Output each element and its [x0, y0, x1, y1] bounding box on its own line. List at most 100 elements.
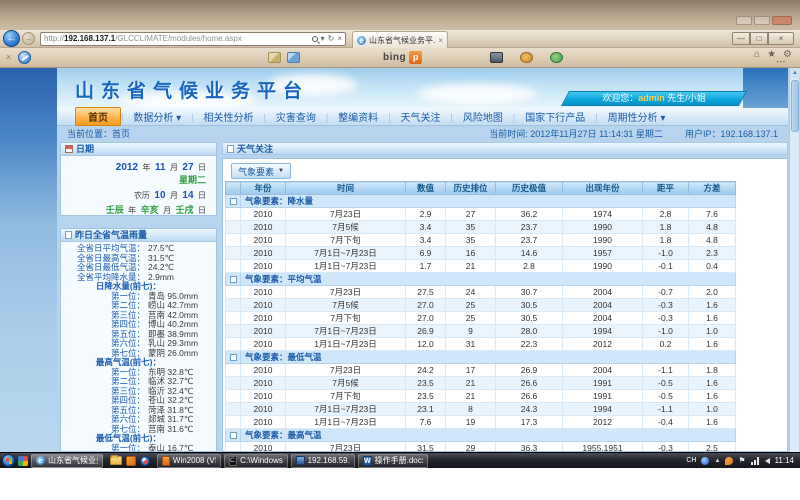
tab-close-icon[interactable]: ×	[438, 36, 443, 45]
cell: 1月1日~7月23日	[286, 416, 406, 429]
focus-panel-body: 气象要素 ▼ 年份时间数值历史排位历史极值出现年份距平方差气象要素：降水量201…	[222, 158, 788, 452]
close-pane-icon[interactable]: ×	[6, 52, 11, 62]
element-filter-button[interactable]: 气象要素 ▼	[231, 163, 291, 179]
player-icon[interactable]	[140, 456, 150, 466]
address-bar[interactable]: http://192.168.137.1/GLCCLIMATE/modules/…	[40, 32, 346, 46]
forward-button[interactable]: →	[22, 32, 35, 45]
favorites-star-icon[interactable]: ★	[767, 49, 776, 60]
focus-table: 年份时间数值历史排位历史极值出现年份距平方差气象要素：降水量20107月23日2…	[225, 181, 736, 452]
rank-value: 乳山 29.3mm	[148, 338, 198, 348]
section-checkbox-cell	[226, 195, 241, 208]
scrollbar-thumb[interactable]	[791, 80, 799, 132]
autocomplete-dropdown-icon[interactable]: ▾	[321, 33, 325, 45]
scroll-up-icon[interactable]: ▲	[790, 68, 800, 78]
volume-icon[interactable]	[765, 458, 770, 464]
row-checkbox-cell	[226, 247, 241, 260]
cell: -1.0	[643, 325, 689, 338]
section-checkbox[interactable]	[230, 354, 237, 361]
taskbar-vm-button[interactable]: Win2008 (VS2...	[157, 454, 221, 468]
globe-icon[interactable]	[550, 52, 563, 63]
pinwheel-icon[interactable]	[18, 456, 28, 466]
cell: 25	[446, 299, 496, 312]
row-checkbox-cell	[226, 299, 241, 312]
diagnose-connection-icon[interactable]	[18, 51, 31, 64]
action-center-flag-icon[interactable]: ⚑	[738, 457, 745, 465]
browser-tab[interactable]: e 山东省气候业务平... ×	[352, 31, 448, 48]
background-window-strip	[0, 0, 800, 30]
taskbar-word-button[interactable]: W 操作手册.docx ...	[358, 454, 428, 468]
taskbar-cmd-button[interactable]: C: C:\Windows\s...	[224, 454, 288, 468]
bing-search-widget[interactable]: bing p	[383, 51, 422, 64]
cell: 24	[446, 286, 496, 299]
column-header-4: 历史极值	[496, 182, 563, 195]
nav-item-0[interactable]: 首页	[75, 107, 121, 126]
nav-item-4[interactable]: 整编资料	[328, 108, 388, 125]
start-button[interactable]	[2, 454, 15, 467]
back-button[interactable]: ←	[3, 30, 20, 47]
cell: 2010	[241, 260, 286, 273]
refresh-icon[interactable]: ↻	[328, 33, 335, 45]
cell: 23.5	[406, 390, 446, 403]
search-icon[interactable]	[312, 36, 318, 42]
media-app-icon[interactable]	[126, 456, 136, 466]
cell: 2010	[241, 286, 286, 299]
rank-value: 莒南 31.6℃	[148, 424, 193, 434]
rank-value: 泰山 16.7℃	[148, 443, 193, 453]
language-indicator[interactable]: CH	[686, 457, 696, 464]
current-time-label: 当前时间: 2012年11月27日 11:14:31 星期二	[489, 127, 663, 140]
column-header-5: 出现年份	[563, 182, 643, 195]
settings-gear-icon[interactable]: ⚙	[783, 49, 792, 60]
taskbar-rdp-button[interactable]: 192.168.59.99...	[291, 454, 355, 468]
cell: -1.1	[643, 403, 689, 416]
network-icon[interactable]	[751, 457, 760, 465]
section-checkbox[interactable]	[230, 276, 237, 283]
hidden-icons-arrow[interactable]: ▲	[714, 458, 720, 464]
table-row: 20107月下旬3.43523.719901.84.8	[226, 234, 736, 247]
section-header-row: 气象要素：降水量	[226, 195, 736, 208]
background-window-controls	[736, 16, 792, 25]
row-checkbox-cell	[226, 312, 241, 325]
messenger-icon[interactable]	[701, 457, 709, 465]
home-icon[interactable]: ⌂	[754, 49, 760, 60]
stop-icon[interactable]: ×	[337, 33, 342, 45]
nav-item-7[interactable]: 国家下行产品	[515, 108, 595, 125]
section-checkbox[interactable]	[230, 432, 237, 439]
cell: 2010	[241, 416, 286, 429]
page-viewport: 山东省气候业务平台 欢迎您：admin 先生/小姐 首页|数据分析 ▾|相关性分…	[0, 68, 800, 452]
explorer-folder-icon[interactable]	[110, 456, 122, 465]
nav-item-1[interactable]: 数据分析 ▾	[123, 108, 191, 125]
cell: 7月下旬	[286, 390, 406, 403]
cmd-button-label: C:\Windows\s...	[240, 456, 283, 465]
cell: 2004	[563, 312, 643, 325]
row-checkbox-cell	[226, 260, 241, 273]
cell: 29	[446, 442, 496, 453]
bg-close-icon	[772, 16, 792, 25]
row-checkbox-cell	[226, 208, 241, 221]
minimize-button[interactable]: —	[732, 32, 750, 45]
close-button[interactable]: ×	[768, 32, 794, 45]
paper-plane-icon[interactable]	[287, 52, 300, 63]
section-checkbox-cell	[226, 273, 241, 286]
rank-value: 崂山 42.7mm	[148, 300, 198, 310]
maximize-button[interactable]: □	[750, 32, 768, 45]
cell: 7月23日	[286, 442, 406, 453]
bird-icon[interactable]	[520, 52, 533, 63]
browser-scrollbar[interactable]: ▲	[789, 68, 799, 452]
camera-icon[interactable]	[490, 52, 503, 63]
cell: 14.6	[496, 247, 563, 260]
cell: 2010	[241, 247, 286, 260]
cards-icon[interactable]	[268, 52, 281, 63]
notifier-bird-icon[interactable]	[725, 457, 733, 465]
nav-item-6[interactable]: 风险地图	[453, 108, 513, 125]
more-options-icon[interactable]: •••	[777, 60, 786, 66]
taskbar-ie-button[interactable]: e 山东省气候业务...	[31, 454, 103, 468]
cell: 1.0	[689, 325, 736, 338]
section-checkbox[interactable]	[230, 198, 237, 205]
cell: 1994	[563, 325, 643, 338]
main-nav: 首页|数据分析 ▾|相关性分析|灾害查询|整编资料|天气关注|风险地图|国家下行…	[57, 108, 788, 126]
nav-item-3[interactable]: 灾害查询	[266, 108, 326, 125]
nav-item-2[interactable]: 相关性分析	[194, 108, 264, 125]
nav-item-5[interactable]: 天气关注	[391, 108, 451, 125]
nav-item-8[interactable]: 周期性分析 ▾	[598, 108, 676, 125]
table-row: 20107月5候3.43523.719901.84.8	[226, 221, 736, 234]
